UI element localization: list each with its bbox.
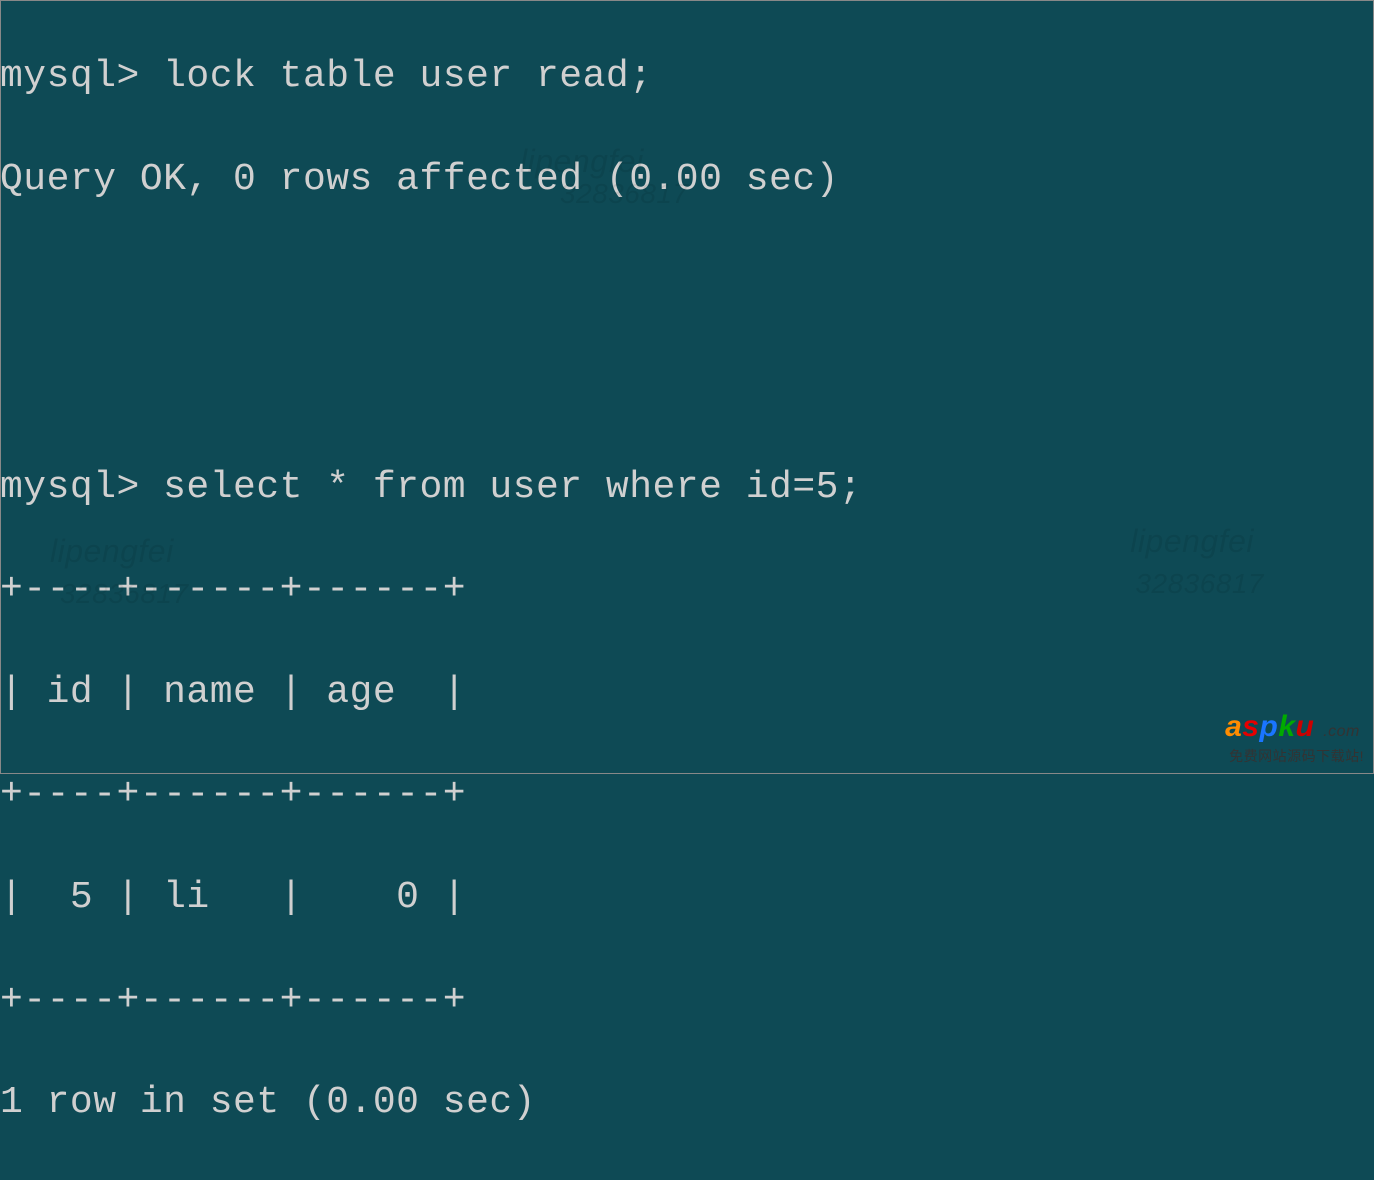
- brand-tagline: 免费网站源码下载站!: [1229, 747, 1364, 766]
- terminal-line: 1 row in set (0.00 sec): [0, 1077, 1374, 1128]
- terminal-output[interactable]: mysql> lock table user read; Query OK, 0…: [0, 0, 1374, 1180]
- table-border: +----+------+------+: [0, 564, 1374, 615]
- terminal-line: mysql> lock table user read;: [0, 51, 1374, 102]
- brand-letter: a: [1225, 710, 1242, 743]
- brand-logo: aspku: [1225, 710, 1323, 743]
- terminal-line: [0, 359, 1374, 410]
- brand-letter: p: [1259, 710, 1278, 743]
- table-row: | 5 | li | 0 |: [0, 872, 1374, 923]
- brand-letter: k: [1278, 710, 1295, 743]
- terminal-line: mysql> select * from user where id=5;: [0, 462, 1374, 513]
- brand-letter: s: [1242, 710, 1259, 743]
- brand-suffix: .com: [1323, 723, 1360, 740]
- table-header: | id | name | age |: [0, 667, 1374, 718]
- table-border: +----+------+------+: [0, 975, 1374, 1026]
- terminal-line: Query OK, 0 rows affected (0.00 sec): [0, 154, 1374, 205]
- terminal-line: [0, 256, 1374, 307]
- table-border: +----+------+------+: [0, 769, 1374, 820]
- brand-letter: u: [1296, 710, 1315, 743]
- site-watermark: aspku .com 免费网站源码下载站!: [1225, 707, 1364, 766]
